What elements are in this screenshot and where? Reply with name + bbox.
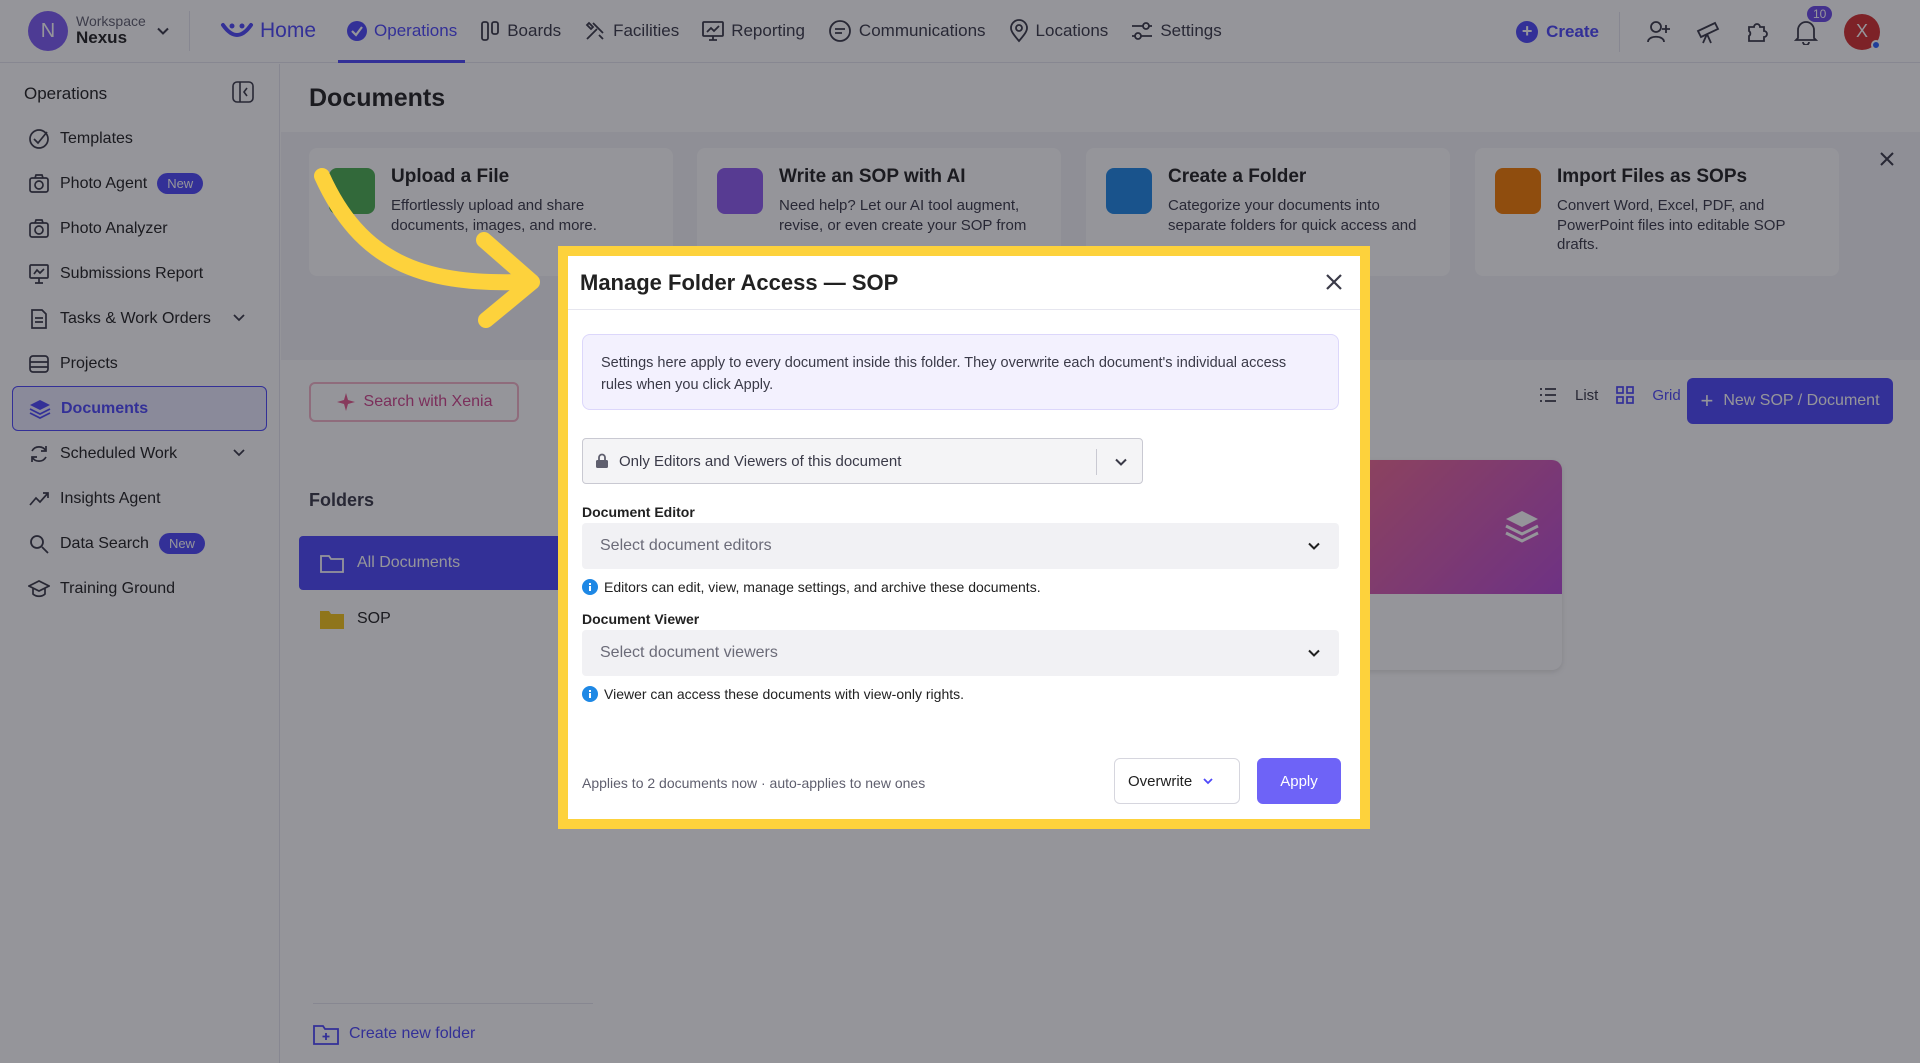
modal-title: Manage Folder Access — SOP: [580, 270, 899, 295]
editor-hint: Editors can edit, view, manage settings,…: [582, 579, 1041, 595]
document-editor-label: Document Editor: [582, 504, 695, 520]
viewer-hint-text: Viewer can access these documents with v…: [604, 686, 965, 702]
footer-note: Applies to 2 documents now · auto-applie…: [582, 775, 926, 791]
chevron-down-icon: [1203, 778, 1213, 785]
chevron-down-icon: [1114, 455, 1128, 469]
close-icon[interactable]: [1322, 270, 1346, 294]
chevron-down-icon: [1307, 646, 1321, 660]
document-viewer-select[interactable]: Select document viewers: [582, 630, 1339, 676]
info-banner: Settings here apply to every document in…: [582, 334, 1339, 410]
document-editor-select[interactable]: Select document editors: [582, 523, 1339, 569]
viewer-hint: Viewer can access these documents with v…: [582, 686, 964, 702]
manage-folder-access-modal: Manage Folder Access — SOP Settings here…: [568, 256, 1360, 819]
apply-mode-value: Overwrite: [1128, 772, 1193, 790]
viewer-placeholder: Select document viewers: [600, 644, 778, 661]
document-viewer-label: Document Viewer: [582, 611, 700, 627]
access-level-select[interactable]: Only Editors and Viewers of this documen…: [582, 438, 1143, 484]
chevron-down-icon: [1307, 539, 1321, 553]
info-icon: [582, 579, 604, 595]
apply-button[interactable]: Apply: [1257, 758, 1341, 804]
editor-hint-text: Editors can edit, view, manage settings,…: [604, 579, 1041, 595]
access-level-value: Only Editors and Viewers of this documen…: [619, 452, 902, 470]
modal-header: Manage Folder Access — SOP: [568, 256, 1360, 310]
lock-icon: [596, 453, 608, 468]
select-divider: [1096, 449, 1097, 475]
apply-mode-select[interactable]: Overwrite: [1114, 758, 1240, 804]
editor-placeholder: Select document editors: [600, 537, 772, 554]
info-icon: [582, 686, 604, 702]
modal-highlight-frame: Manage Folder Access — SOP Settings here…: [558, 246, 1370, 829]
